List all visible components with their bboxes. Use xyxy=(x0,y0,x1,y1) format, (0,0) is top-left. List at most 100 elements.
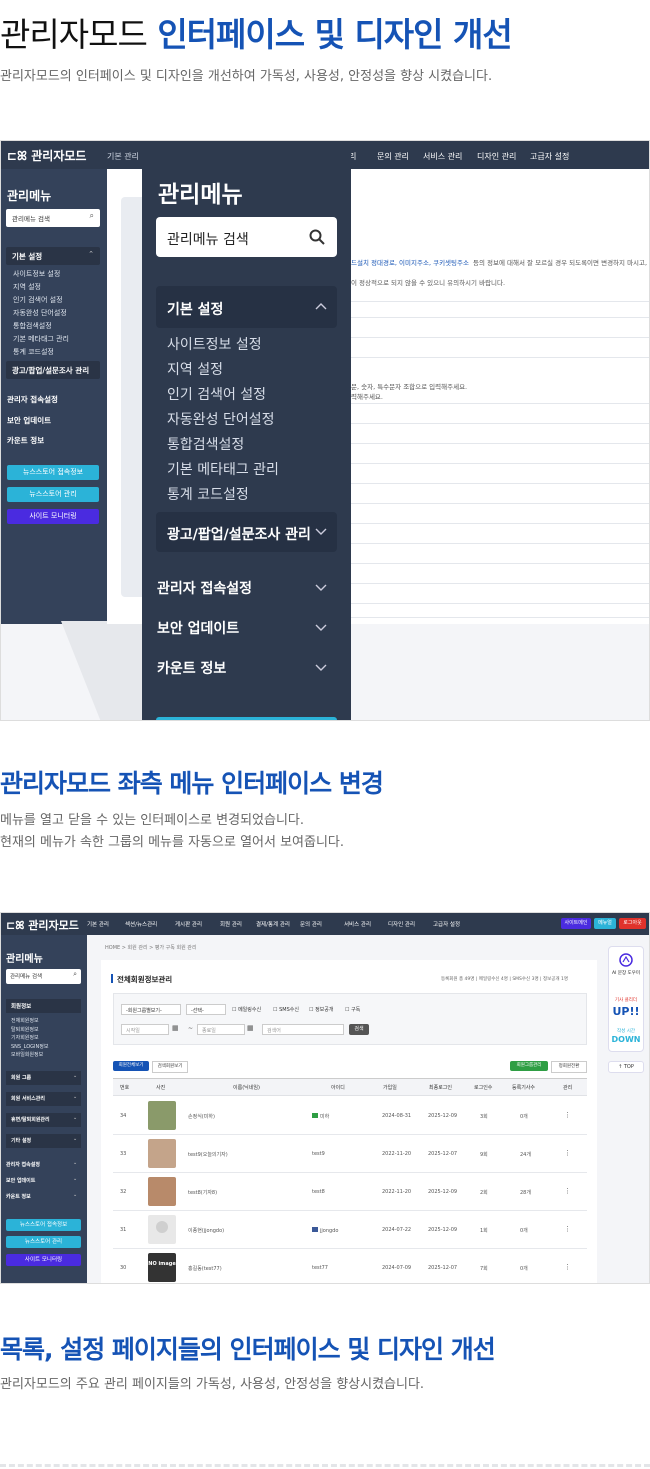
sidebar-item-region[interactable]: 지역 설정 xyxy=(13,282,41,292)
sidebar-search[interactable]: 관리메뉴 검색 ⌕ xyxy=(6,969,81,984)
news-manage-button[interactable]: 뉴스스토어 관리 xyxy=(7,487,99,502)
topnav-inquiry[interactable]: 문의 관리 xyxy=(377,151,409,162)
sidebar-group-member[interactable]: 회원정보 xyxy=(6,999,81,1013)
enlarged-group-ad[interactable]: 광고/팝업/설문조사 관리 xyxy=(156,512,337,552)
enlarged-item-meta[interactable]: 기본 메타태그 관리 xyxy=(167,459,279,479)
manual-button[interactable]: 메뉴얼 xyxy=(594,918,616,929)
auth-button[interactable]: 정회원전환 xyxy=(551,1061,587,1073)
topnav-item[interactable]: 서비스 관리 xyxy=(344,920,371,928)
more-icon[interactable]: ⋮ xyxy=(564,1187,571,1195)
sidebar-group-basic[interactable]: 기본 설정 ⌃ xyxy=(6,247,100,265)
more-icon[interactable]: ⋮ xyxy=(564,1263,571,1271)
row-name[interactable]: 홍길동(test77) xyxy=(188,1265,222,1272)
sms-checkbox[interactable]: ☐ SMS수신 xyxy=(273,1006,299,1013)
topnav-item[interactable]: 고급자 설정 xyxy=(433,920,460,928)
sidebar-search[interactable]: 관리메뉴 검색 ⌕ xyxy=(6,209,100,227)
sidebar-item-member[interactable]: 모바일회원정보 xyxy=(11,1051,43,1058)
topnav-item[interactable]: 디자인 관리 xyxy=(388,920,415,928)
topnav-design[interactable]: 디자인 관리 xyxy=(477,151,516,162)
logo[interactable]: ⊏ꕤ 관리자모드 xyxy=(6,917,79,933)
topnav-item[interactable]: 기본 관리 xyxy=(87,920,109,928)
tab-search-members[interactable]: 검색회원보기 xyxy=(152,1061,188,1073)
sidebar-item-member[interactable]: 전체회원정보 xyxy=(11,1017,39,1024)
enlarged-item-region[interactable]: 지역 설정 xyxy=(167,359,223,379)
sidebar-group-security[interactable]: 보안 업데이트 xyxy=(7,415,51,426)
search-icon[interactable]: ⌕ xyxy=(90,211,94,221)
news-info-button[interactable]: 뉴스스토어 접속정보 xyxy=(7,465,99,480)
calendar-icon[interactable]: ▦ xyxy=(247,1024,254,1032)
topnav-item[interactable]: 섹션/뉴스관리 xyxy=(125,920,157,928)
topnav-item[interactable]: 게시판 관리 xyxy=(175,920,202,928)
info-checkbox[interactable]: ☐ 정보공개 xyxy=(309,1006,333,1013)
sidebar-group-count[interactable]: 카운트 정보 xyxy=(7,435,44,446)
sidebar-item-autocomplete[interactable]: 자동완성 단어설정 xyxy=(13,308,67,318)
calendar-icon[interactable]: ▦ xyxy=(172,1024,179,1032)
monitoring-button[interactable]: 사이트 모니터링 xyxy=(7,509,99,524)
sidebar-group[interactable]: 회원 서비스관리 xyxy=(11,1095,45,1102)
table-row[interactable]: NO image 30 홍길동(test77) test77 2024-07-09 202… xyxy=(113,1249,587,1283)
monitoring-button[interactable]: 사이트 모니터링 xyxy=(6,1254,81,1266)
group-manage-button[interactable]: 회원그룹관리 xyxy=(510,1061,548,1071)
site-main-button[interactable]: 사이트메인 xyxy=(561,918,591,929)
ai-helper-label[interactable]: AI 문장 도우미 xyxy=(610,970,642,977)
more-icon[interactable]: ⋮ xyxy=(564,1111,571,1119)
sidebar-group[interactable]: 보안 업데이트 xyxy=(6,1177,35,1184)
sidebar-item-integrated[interactable]: 통합검색설정 xyxy=(13,321,52,331)
sidebar-group[interactable]: 관리자 접속설정 xyxy=(6,1161,40,1168)
row-name[interactable]: test9(오늘의기자) xyxy=(188,1151,228,1158)
table-row[interactable]: 33 test9(오늘의기자) test9 2022-11-20 2025-12-07 9… xyxy=(113,1135,587,1173)
search-icon[interactable] xyxy=(309,229,325,245)
sidebar-group-access[interactable]: 관리자 접속설정 xyxy=(7,394,58,405)
enlarged-item-integrated[interactable]: 통합검색설정 xyxy=(167,434,244,454)
keyword-input[interactable]: 검색어 xyxy=(262,1024,344,1035)
sub-checkbox[interactable]: ☐ 구독 xyxy=(345,1006,360,1013)
group-select[interactable]: -회원그룹별보기- xyxy=(121,1004,181,1015)
sidebar-item-stats[interactable]: 통계 코드설정 xyxy=(13,347,54,357)
enlarged-group-security[interactable]: 보안 업데이트 xyxy=(157,618,239,638)
topnav-service[interactable]: 서비스 관리 xyxy=(423,151,462,162)
sidebar-item-popular[interactable]: 인기 검색어 설정 xyxy=(13,295,63,305)
topnav-advanced[interactable]: 고급자 설정 xyxy=(530,151,569,162)
sidebar-item-site[interactable]: 사이트정보 설정 xyxy=(13,269,60,279)
topnav-item[interactable]: 문의 관리 xyxy=(300,920,322,928)
logout-button[interactable]: 로그아웃 xyxy=(619,918,646,929)
search-button[interactable]: 검색 xyxy=(349,1024,369,1035)
row-name[interactable]: 손정식(미하) xyxy=(188,1113,215,1120)
sidebar-group[interactable]: 카운트 정보 xyxy=(6,1193,31,1200)
mail-checkbox[interactable]: ☐ 메일링수신 xyxy=(232,1006,261,1013)
row-name[interactable]: test8(기자8) xyxy=(188,1189,217,1196)
start-date-input[interactable]: 시작일 xyxy=(121,1024,169,1035)
enlarged-item-stats[interactable]: 통계 코드설정 xyxy=(167,484,249,504)
topnav-item[interactable]: 회원 관리 xyxy=(220,920,242,928)
down-button[interactable]: DOWN xyxy=(610,1035,642,1044)
enlarged-item-site[interactable]: 사이트정보 설정 xyxy=(167,334,262,354)
enlarged-search-input[interactable]: 관리메뉴 검색 xyxy=(156,217,337,257)
table-row[interactable]: 34 손정식(미하) 미하 2024-08-31 2025-12-09 3회 0개 ⋮ xyxy=(113,1097,587,1135)
sidebar-group[interactable]: 회원 그룹 xyxy=(11,1074,31,1081)
topnav-item[interactable]: 결제/통계 관리 xyxy=(256,920,290,928)
enlarged-group-basic[interactable]: 기본 설정 xyxy=(156,286,337,328)
up-button[interactable]: UP!! xyxy=(610,1005,642,1018)
sidebar-group[interactable]: 휴면/탈퇴회원관리 xyxy=(11,1116,50,1123)
table-row[interactable]: 32 test8(기자8) test8 2022-11-20 2025-12-09 2회 2… xyxy=(113,1173,587,1211)
sidebar-item-member[interactable]: 탈퇴회원정보 xyxy=(11,1026,39,1033)
sidebar-item-member[interactable]: SNS_LOGIN정보 xyxy=(11,1043,48,1050)
enlarged-item-popular[interactable]: 인기 검색어 설정 xyxy=(167,384,266,404)
more-icon[interactable]: ⋮ xyxy=(564,1225,571,1233)
enlarged-group-count[interactable]: 카운트 정보 xyxy=(157,658,226,678)
topnav-basic[interactable]: 기본 관리 xyxy=(107,151,139,162)
top-button[interactable]: ↑ TOP xyxy=(608,1061,644,1073)
type-select[interactable]: -선택- xyxy=(186,1004,226,1015)
sidebar-group-ad[interactable]: 광고/팝업/설문조사 관리 xyxy=(6,361,100,379)
more-icon[interactable]: ⋮ xyxy=(564,1149,571,1157)
row-name[interactable]: 이종현(jjongdo) xyxy=(188,1227,224,1234)
sidebar-item-meta[interactable]: 기본 메타태그 관리 xyxy=(13,334,69,344)
logo[interactable]: ⊏ꕤ 관리자모드 xyxy=(7,147,86,164)
enlarged-news-button[interactable] xyxy=(156,717,337,720)
search-icon[interactable]: ⌕ xyxy=(73,970,77,979)
sidebar-item-member[interactable]: 기자회원정보 xyxy=(11,1034,39,1041)
tab-all-members[interactable]: 회원전체보기 xyxy=(113,1061,149,1071)
ai-icon[interactable] xyxy=(619,953,633,967)
sidebar-group[interactable]: 기타 설정 xyxy=(11,1137,31,1144)
enlarged-item-autocomplete[interactable]: 자동완성 단어설정 xyxy=(167,409,275,429)
